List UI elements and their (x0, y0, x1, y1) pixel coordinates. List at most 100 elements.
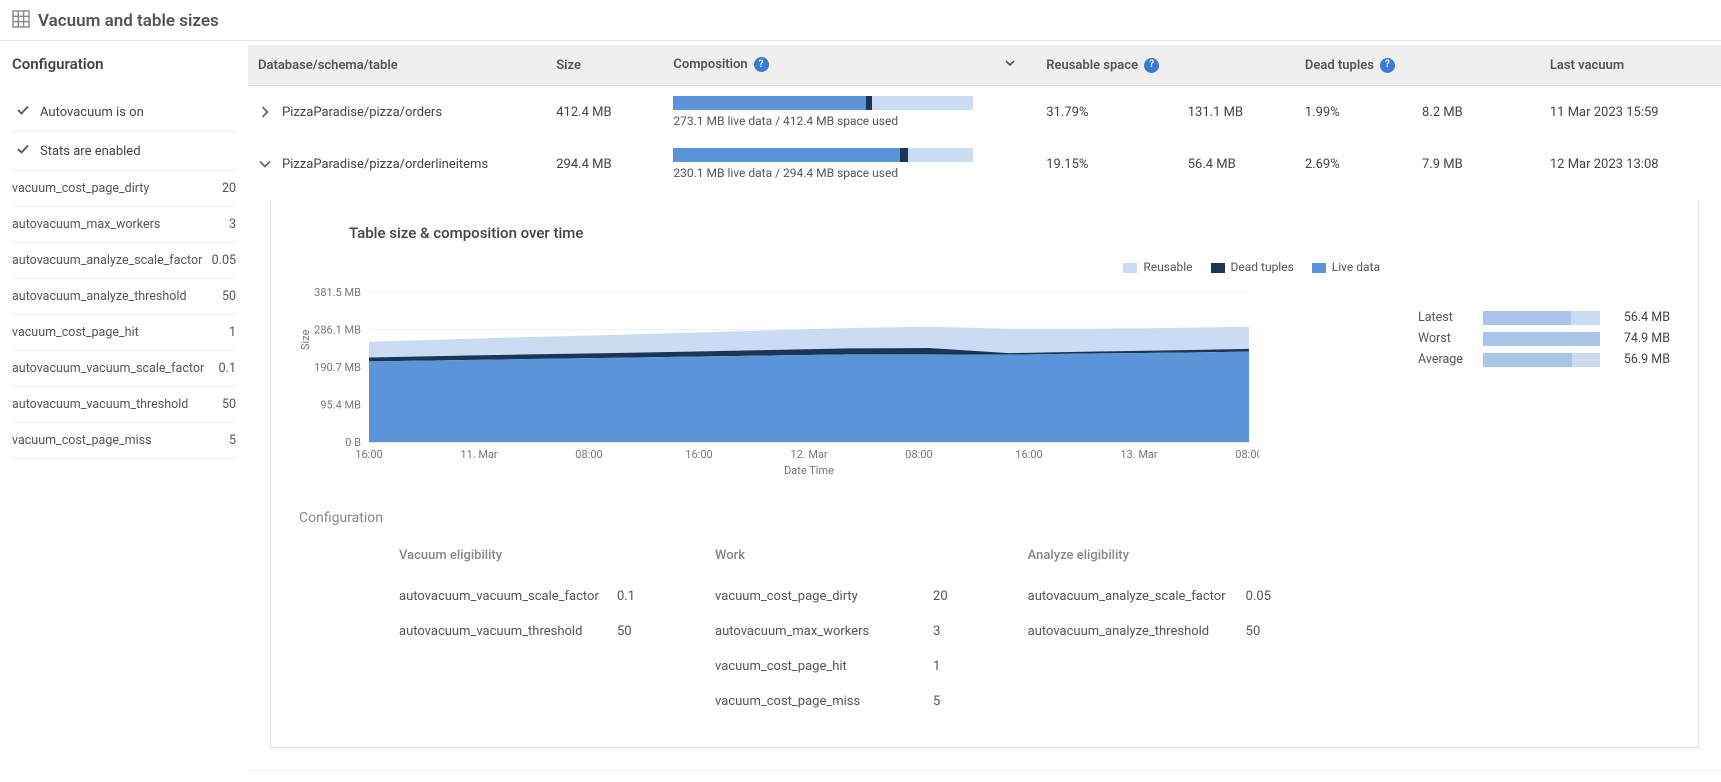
svg-text:08:00: 08:00 (575, 448, 602, 461)
sidebar-title: Configuration (12, 55, 236, 73)
cell-dead-pct: 1.99% (1295, 86, 1412, 139)
stat-value: 56.9 MB (1610, 352, 1670, 367)
config-row: autovacuum_max_workers3 (12, 207, 236, 243)
svg-text:11. Mar: 11. Mar (460, 448, 498, 461)
table-row[interactable]: PizzaParadise/pizza/orders 412.4 MB 273.… (248, 86, 1721, 139)
config-value: 1 (223, 325, 236, 340)
subcfg-kv: autovacuum_max_workers 3 (715, 614, 948, 649)
config-name: autovacuum_vacuum_threshold (12, 397, 188, 412)
svg-text:190.7 MB: 190.7 MB (314, 361, 361, 374)
th-reusable[interactable]: Reusable space ? (1036, 45, 1178, 86)
y-axis-label: Size (299, 330, 312, 350)
th-dst[interactable]: Database/schema/table (248, 45, 546, 86)
subcfg-kv: vacuum_cost_page_miss5 (715, 684, 948, 719)
config-name: autovacuum_analyze_threshold (12, 289, 187, 304)
subcfg-value: 20 (933, 589, 948, 604)
svg-text:16:00: 16:00 (1015, 448, 1042, 461)
composition-bar (673, 148, 973, 162)
config-value: 5 (223, 433, 236, 448)
stat-row: Latest 56.4 MB (1418, 310, 1670, 325)
subcfg-kv: autovacuum_vacuum_threshold50 (399, 614, 635, 649)
config-name: autovacuum_analyze_scale_factor (12, 253, 202, 268)
table-row[interactable]: PizzaParadise/pizza/orderlineitems 294.4… (248, 138, 1721, 190)
check-label: Autovacuum is on (40, 105, 144, 120)
stat-label: Latest (1418, 310, 1473, 325)
subcfg-kv: vacuum_cost_page_dirty 20 (715, 579, 948, 614)
th-size[interactable]: Size (546, 45, 663, 86)
subcfg-value: 50 (617, 624, 632, 639)
subcfg-kv: autovacuum_vacuum_scale_factor 0.1 (399, 579, 635, 614)
config-name: autovacuum_max_workers (12, 217, 160, 232)
composition-label: 230.1 MB live data / 294.4 MB space used (673, 166, 1026, 180)
cell-last-vacuum: 11 Mar 2023 15:59 (1540, 86, 1721, 139)
stat-label: Worst (1418, 331, 1473, 346)
svg-text:12. Mar: 12. Mar (790, 448, 828, 461)
config-check: Autovacuum is on (12, 93, 236, 132)
config-value: 50 (216, 289, 236, 304)
subcfg-value: 3 (933, 624, 940, 639)
config-row: vacuum_cost_page_miss5 (12, 423, 236, 459)
check-icon (12, 103, 40, 121)
stat-value: 74.9 MB (1610, 331, 1670, 346)
cell-reusable-pct: 19.15% (1036, 138, 1178, 190)
chevron-down-icon[interactable] (258, 157, 272, 171)
subcfg-column: Analyze eligibility autovacuum_analyze_sc… (1028, 548, 1271, 719)
area-chart: 0 B95.4 MB190.7 MB286.1 MB381.5 MB16:001… (299, 282, 1259, 482)
sidebar: Configuration Autovacuum is on Stats are … (0, 41, 248, 771)
config-check: Stats are enabled (12, 132, 236, 171)
th-dead[interactable]: Dead tuples ? (1295, 45, 1412, 86)
cell-dead-size: 8.2 MB (1412, 86, 1540, 139)
subcfg-col-title: Analyze eligibility (1028, 548, 1271, 563)
subcfg-key: autovacuum_max_workers (715, 624, 915, 639)
cell-size: 294.4 MB (546, 138, 663, 190)
subcfg-kv: autovacuum_analyze_threshold50 (1028, 614, 1271, 649)
cell-dead-pct: 2.69% (1295, 138, 1412, 190)
expanded-panel-row: Table size & composition over time Reusab… (248, 190, 1721, 771)
chart-legend: Reusable Dead tuples Live data (299, 260, 1390, 274)
svg-text:16:00: 16:00 (355, 448, 382, 461)
table-name: PizzaParadise/pizza/orders (282, 105, 442, 120)
subcfg-key: autovacuum_vacuum_scale_factor (399, 589, 599, 604)
help-icon[interactable]: ? (1380, 58, 1395, 73)
subcfg-key: vacuum_cost_page_hit (715, 659, 915, 674)
composition-bar (673, 96, 973, 110)
cell-dead-size: 7.9 MB (1412, 138, 1540, 190)
subcfg-col-title: Vacuum eligibility (399, 548, 635, 563)
config-row: autovacuum_vacuum_scale_factor0.1 (12, 351, 236, 387)
cell-last-vacuum: 12 Mar 2023 13:08 (1540, 138, 1721, 190)
check-label: Stats are enabled (40, 144, 141, 159)
th-composition[interactable]: Composition ? (663, 45, 1036, 86)
sub-configuration: Configuration Vacuum eligibility autovacuu… (299, 510, 1670, 719)
config-row: autovacuum_analyze_scale_factor 0.05 (12, 243, 236, 279)
legend-item: Dead tuples (1211, 260, 1294, 274)
svg-text:381.5 MB: 381.5 MB (314, 286, 361, 299)
help-icon[interactable]: ? (754, 57, 769, 72)
stat-label: Average (1418, 352, 1473, 367)
chevron-right-icon[interactable] (258, 105, 272, 119)
stat-bar (1483, 332, 1600, 346)
subcfg-key: vacuum_cost_page_dirty (715, 589, 915, 604)
chart-panel: Table size & composition over time Reusab… (270, 200, 1699, 748)
chevron-down-icon[interactable] (1004, 57, 1016, 73)
config-name: vacuum_cost_page_hit (12, 325, 139, 340)
subcfg-title: Configuration (299, 510, 1670, 526)
subcfg-kv: autovacuum_analyze_scale_factor0.05 (1028, 579, 1271, 614)
svg-text:13. Mar: 13. Mar (1120, 448, 1158, 461)
config-row: vacuum_cost_page_hit 1 (12, 315, 236, 351)
legend-item: Reusable (1123, 260, 1192, 274)
config-name: autovacuum_vacuum_scale_factor (12, 361, 204, 376)
th-dead-size (1412, 45, 1540, 86)
subcfg-kv: vacuum_cost_page_hit1 (715, 649, 948, 684)
help-icon[interactable]: ? (1144, 58, 1159, 73)
cell-reusable-pct: 31.79% (1036, 86, 1178, 139)
subcfg-value: 0.1 (617, 589, 635, 604)
area-live (369, 352, 1249, 442)
svg-text:08:00: 08:00 (1235, 448, 1259, 461)
th-last[interactable]: Last vacuum (1540, 45, 1721, 86)
chart-stats: Latest 56.4 MB Worst 74.9 MB Average 56.9 … (1390, 260, 1670, 373)
svg-text:08:00: 08:00 (905, 448, 932, 461)
svg-text:Date Time: Date Time (784, 464, 834, 477)
subcfg-key: autovacuum_analyze_threshold (1028, 624, 1228, 639)
config-value: 0.05 (206, 253, 236, 268)
chart-title: Table size & composition over time (349, 224, 1670, 242)
